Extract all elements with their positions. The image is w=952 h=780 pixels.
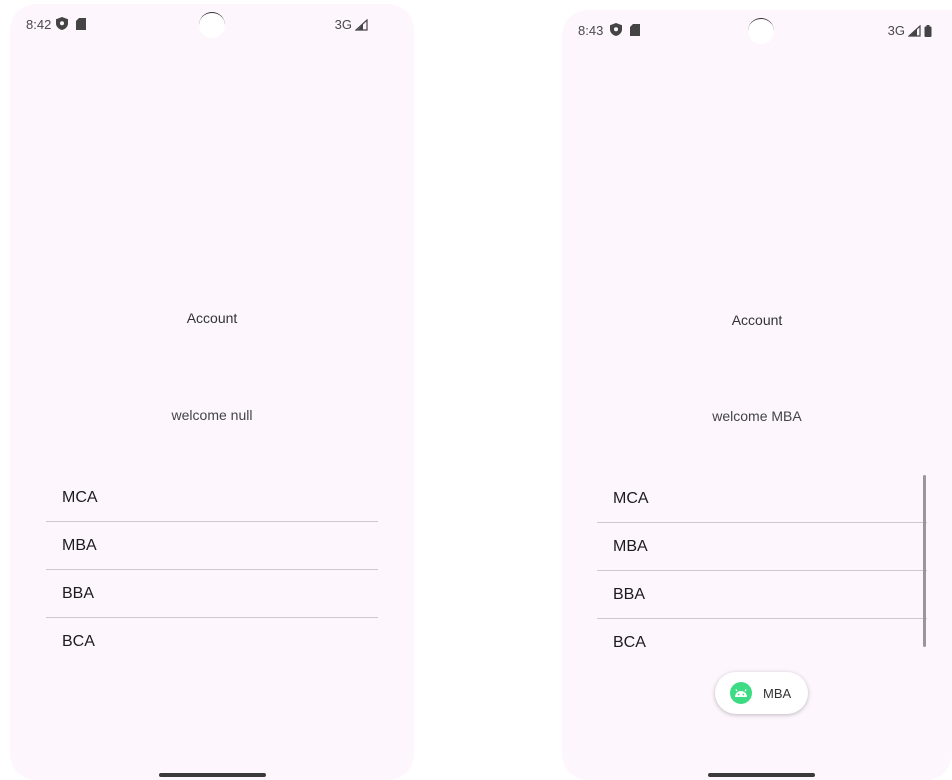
battery-icon <box>924 24 932 37</box>
status-bar: 8:42 3G <box>10 4 414 48</box>
welcome-text: welcome MBA <box>712 408 802 424</box>
welcome-text: welcome null <box>171 407 253 423</box>
gesture-nav-handle[interactable] <box>159 773 266 777</box>
network-type: 3G <box>887 23 905 38</box>
left-phone-screen: 8:42 3G Account welcome null MCA MBA BBA… <box>10 4 414 780</box>
android-icon <box>730 682 752 704</box>
status-time: 8:42 <box>26 17 52 32</box>
list-item-mca[interactable]: MCA <box>597 475 927 523</box>
shield-icon <box>56 17 68 30</box>
list-item-mca[interactable]: MCA <box>46 474 378 522</box>
page-title: Account <box>186 310 238 326</box>
signal-icon <box>355 18 368 31</box>
camera-cutout <box>748 18 774 44</box>
shield-icon <box>610 23 622 36</box>
toast-message: MBA <box>715 672 808 714</box>
course-list: MCA MBA BBA BCA <box>597 475 927 667</box>
gesture-nav-handle[interactable] <box>708 773 815 777</box>
list-item-bba[interactable]: BBA <box>46 570 378 618</box>
status-icons-right: 3G <box>335 17 368 32</box>
camera-cutout <box>199 12 225 38</box>
status-icons-right: 3G <box>888 23 932 38</box>
page-title: Account <box>731 312 783 328</box>
list-item-bca[interactable]: BCA <box>46 618 378 666</box>
list-scrollbar[interactable] <box>923 475 926 647</box>
right-phone-screen: 8:43 3G Account welcome MBA MCA MBA BBA … <box>562 10 952 780</box>
network-type: 3G <box>334 17 352 32</box>
status-bar: 8:43 3G <box>562 10 952 54</box>
status-icons-left <box>610 23 640 36</box>
course-list: MCA MBA BBA BCA <box>46 474 378 666</box>
toast-text: MBA <box>763 685 792 701</box>
list-item-bba[interactable]: BBA <box>597 571 927 619</box>
list-item-bca[interactable]: BCA <box>597 619 927 667</box>
list-item-mba[interactable]: MBA <box>597 523 927 571</box>
status-icons-left <box>56 17 86 30</box>
list-item-mba[interactable]: MBA <box>46 522 378 570</box>
status-time: 8:43 <box>578 23 604 38</box>
sd-card-icon <box>630 23 640 36</box>
signal-icon <box>908 24 921 37</box>
sd-card-icon <box>76 17 86 30</box>
